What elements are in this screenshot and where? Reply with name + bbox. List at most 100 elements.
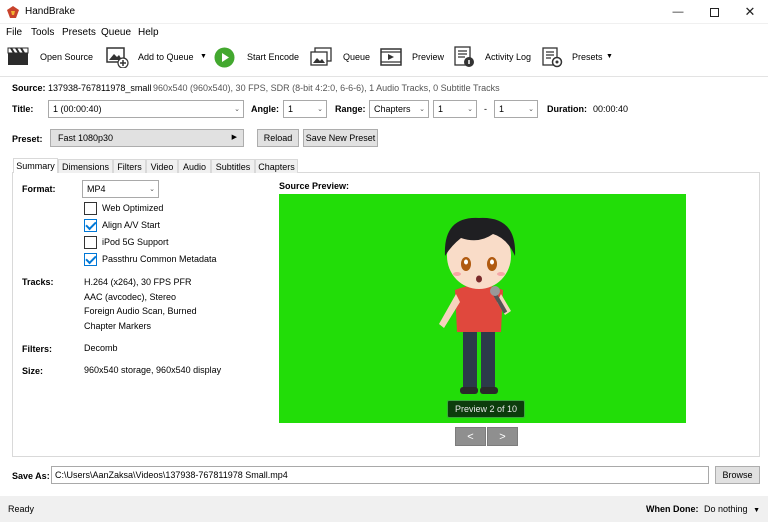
format-select[interactable]: MP4 ⌄ [82, 180, 159, 198]
presets-button[interactable]: Presets [572, 52, 603, 62]
source-name: 137938-767811978_small [48, 83, 152, 93]
chevron-down-icon: ⌄ [234, 106, 240, 113]
preset-selector[interactable]: Fast 1080p30 ▶ [50, 129, 244, 147]
preview-counter-badge: Preview 2 of 10 [447, 400, 525, 418]
tab-chapters[interactable]: Chapters [255, 159, 298, 173]
clapperboard-icon[interactable] [7, 46, 29, 66]
track-subtitle: Foreign Audio Scan, Burned [84, 306, 197, 316]
menu-presets[interactable]: Presets [62, 27, 96, 38]
preset-selector-value: Fast 1080p30 [58, 133, 114, 143]
presets-icon[interactable] [541, 46, 563, 68]
preview-next-button[interactable]: > [487, 427, 518, 446]
filters-label: Filters: [22, 344, 53, 354]
preset-label: Preset: [12, 134, 43, 144]
tab-subtitles[interactable]: Subtitles [211, 159, 255, 173]
menu-file[interactable]: File [6, 27, 22, 38]
format-label: Format: [22, 184, 56, 194]
save-new-preset-button[interactable]: Save New Preset [303, 129, 378, 147]
web-optimized-label: Web Optimized [102, 203, 164, 213]
preview-button[interactable]: Preview [412, 52, 444, 62]
format-select-value: MP4 [87, 184, 106, 194]
range-end-value: 1 [499, 104, 505, 114]
title-bar [0, 0, 768, 24]
passthru-metadata-label: Passthru Common Metadata [102, 254, 217, 264]
range-type-value: Chapters [374, 104, 411, 114]
minimize-button[interactable]: — [660, 0, 696, 24]
title-label: Title: [12, 104, 34, 114]
web-optimized-checkbox[interactable] [84, 202, 97, 215]
when-done-value: Do nothing [704, 504, 748, 514]
duration-label: Duration: [547, 104, 587, 114]
toolbar-divider [0, 76, 768, 77]
tab-audio[interactable]: Audio [178, 159, 211, 173]
passthru-metadata-checkbox[interactable] [84, 253, 97, 266]
duration-value: 00:00:40 [593, 104, 629, 114]
angle-select[interactable]: 1 ⌄ [283, 100, 327, 118]
chevron-down-icon: ▼ [753, 507, 760, 514]
source-preview-label: Source Preview: [279, 181, 350, 191]
range-start-select[interactable]: 1 ⌄ [433, 100, 477, 118]
angle-label: Angle: [251, 104, 279, 114]
source-details: 960x540 (960x540), 30 FPS, SDR (8-bit 4:… [153, 83, 500, 93]
tab-summary[interactable]: Summary [13, 158, 58, 173]
track-audio: AAC (avcodec), Stereo [84, 292, 177, 302]
menu-help[interactable]: Help [138, 27, 159, 38]
chevron-down-icon: ⌄ [528, 106, 534, 113]
presets-dropdown-icon[interactable]: ▼ [606, 53, 613, 60]
save-as-label: Save As: [12, 471, 50, 481]
angle-select-value: 1 [288, 104, 294, 114]
source-preview-image [279, 194, 686, 423]
add-to-queue-icon[interactable] [105, 46, 129, 68]
menu-tools[interactable]: Tools [31, 27, 54, 38]
handbrake-logo-icon [7, 6, 19, 18]
maximize-button[interactable] [696, 0, 732, 24]
ipod-5g-support-checkbox[interactable] [84, 236, 97, 249]
queue-button[interactable]: Queue [343, 52, 370, 62]
preview-prev-button[interactable]: < [455, 427, 486, 446]
title-select[interactable]: 1 (00:00:40) ⌄ [48, 100, 244, 118]
character-illustration [439, 217, 516, 394]
tab-video[interactable]: Video [146, 159, 178, 173]
range-label: Range: [335, 104, 366, 114]
tab-dimensions[interactable]: Dimensions [58, 159, 113, 173]
range-type-select[interactable]: Chapters ⌄ [369, 100, 429, 118]
chevron-down-icon: ⌄ [419, 106, 425, 113]
size-value: 960x540 storage, 960x540 display [84, 365, 222, 375]
align-av-start-checkbox[interactable] [84, 219, 97, 232]
open-source-button[interactable]: Open Source [40, 52, 93, 62]
when-done-select[interactable]: Do nothing ▼ [704, 504, 760, 514]
chevron-down-icon: ⌄ [467, 106, 473, 113]
title-select-value: 1 (00:00:40) [53, 104, 102, 114]
activity-log-button[interactable]: Activity Log [485, 52, 531, 62]
when-done-label: When Done: [646, 504, 699, 514]
menu-queue[interactable]: Queue [101, 27, 131, 38]
range-start-value: 1 [438, 104, 444, 114]
start-encode-button[interactable]: Start Encode [247, 52, 299, 62]
chevron-right-icon: ▶ [231, 134, 237, 141]
chevron-down-icon: ⌄ [149, 186, 155, 193]
chevron-down-icon: ⌄ [317, 106, 323, 113]
start-encode-icon[interactable] [214, 47, 235, 68]
size-label: Size: [22, 366, 44, 376]
track-chapters: Chapter Markers [84, 321, 152, 331]
filters-value: Decomb [84, 343, 118, 353]
range-dash: - [484, 104, 487, 114]
preview-icon[interactable] [380, 47, 402, 67]
track-video: H.264 (x264), 30 FPS PFR [84, 277, 192, 287]
range-end-select[interactable]: 1 ⌄ [494, 100, 538, 118]
save-as-path-input[interactable] [51, 466, 709, 484]
tab-filters[interactable]: Filters [113, 159, 146, 173]
reload-button[interactable]: Reload [257, 129, 299, 147]
browse-button[interactable]: Browse [715, 466, 760, 484]
align-av-start-label: Align A/V Start [102, 220, 161, 230]
status-text: Ready [8, 504, 35, 514]
window-title: HandBrake [25, 6, 76, 17]
add-to-queue-button[interactable]: Add to Queue [138, 52, 194, 62]
tracks-label: Tracks: [22, 277, 54, 287]
queue-icon[interactable] [309, 46, 333, 68]
close-button[interactable]: ✕ [732, 0, 768, 24]
ipod-5g-support-label: iPod 5G Support [102, 237, 169, 247]
source-label: Source: [12, 83, 46, 93]
activity-log-icon[interactable] [453, 46, 475, 68]
add-to-queue-dropdown-icon[interactable]: ▼ [200, 53, 207, 60]
